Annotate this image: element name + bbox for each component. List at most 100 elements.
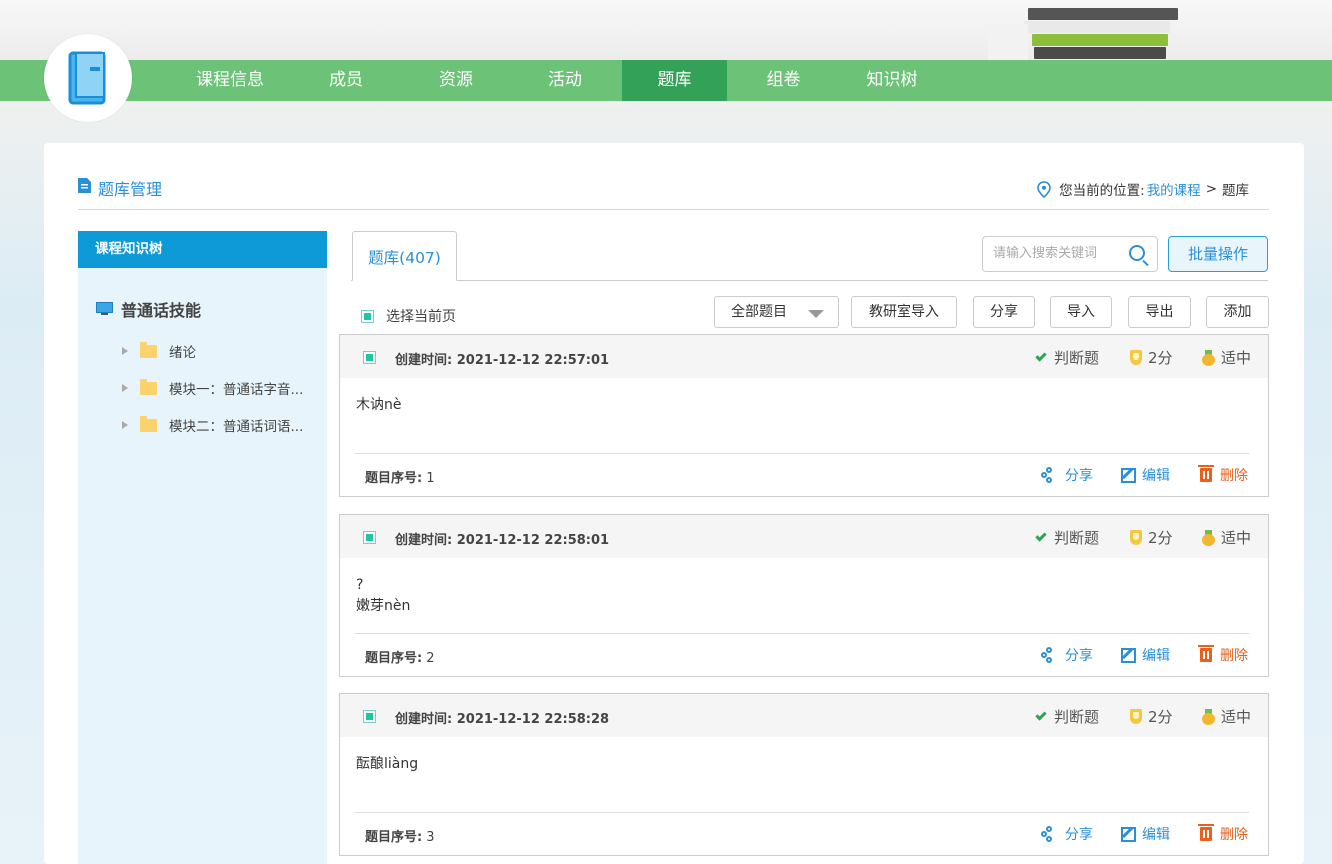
created-time: 创建时间: 2021-12-12 22:58:28 [395, 712, 610, 727]
panel-header: 题库管理 您当前的位置: 我的课程 > 题库 [78, 143, 1269, 210]
question-footer: 题目序号: 3 分享 编辑 删除 [355, 812, 1249, 855]
question-delete-button[interactable]: 删除 [1198, 645, 1248, 665]
document-icon [78, 178, 91, 193]
nav-members[interactable]: 成员 [288, 60, 404, 101]
question-sequence: 题目序号: 1 [365, 471, 435, 486]
question-toolbar: 选择当前页 全部题目 教研室导入 分享 导入 导出 添加 [339, 296, 1269, 328]
question-text-line: ? [356, 577, 364, 593]
question-share-button[interactable]: 分享 [1041, 645, 1093, 665]
expand-arrow-icon[interactable] [122, 347, 128, 355]
checkmark-icon [1035, 529, 1047, 542]
share-icon [1041, 467, 1055, 483]
breadcrumb-my-courses-link[interactable]: 我的课程 [1147, 179, 1201, 199]
course-logo[interactable] [44, 34, 132, 122]
tree-node-label: 模块一：普通话字音... [169, 382, 304, 398]
monitor-icon [96, 302, 113, 315]
share-icon [1041, 647, 1055, 663]
question-delete-button[interactable]: 删除 [1198, 824, 1248, 844]
import-button[interactable]: 导入 [1050, 296, 1112, 328]
book-icon [68, 51, 106, 105]
question-score: 2分 [1130, 347, 1173, 368]
question-edit-button[interactable]: 编辑 [1121, 645, 1170, 665]
question-share-button[interactable]: 分享 [1041, 824, 1093, 844]
tree-node-label: 模块二：普通话词语... [169, 419, 304, 435]
export-button[interactable]: 导出 [1128, 296, 1191, 328]
search-placeholder: 请输入搜索关键词 [993, 246, 1098, 261]
folder-icon [140, 341, 157, 358]
question-text-line: 木讷nè [356, 397, 402, 413]
import-from-lab-button[interactable]: 教研室导入 [851, 296, 957, 328]
chevron-down-icon [808, 310, 824, 318]
shield-icon [1130, 709, 1142, 724]
knowledge-tree-sidebar: 课程知识树 普通话技能 绪论 模块一：普通话字音... 模块二：普通话词语... [78, 231, 327, 864]
question-difficulty: 适中 [1202, 347, 1251, 368]
breadcrumb-current: 题库 [1222, 183, 1249, 199]
question-edit-button[interactable]: 编辑 [1121, 824, 1170, 844]
page-title: 题库管理 [98, 180, 163, 199]
breadcrumb-separator: > [1205, 181, 1217, 197]
trash-icon [1198, 824, 1214, 841]
tree-root-label: 普通话技能 [121, 301, 202, 320]
question-type: 判断题 [1035, 347, 1099, 368]
question-content: 木讷nè [356, 395, 402, 416]
tree-node-module-2[interactable]: 模块二：普通话词语... [122, 415, 303, 435]
expand-arrow-icon[interactable] [122, 384, 128, 392]
filter-label: 全部题目 [731, 304, 787, 320]
question-sequence: 题目序号: 3 [365, 830, 435, 845]
tree-root[interactable]: 普通话技能 [96, 297, 201, 321]
nav-knowledge-tree[interactable]: 知识树 [840, 60, 944, 101]
main-nav: 课程信息 成员 资源 活动 题库 组卷 知识树 [172, 60, 944, 101]
question-footer: 题目序号: 2 分享 编辑 删除 [355, 633, 1249, 676]
search-input[interactable]: 请输入搜索关键词 [982, 236, 1158, 272]
share-icon [1041, 826, 1055, 842]
edit-icon [1121, 647, 1136, 663]
search-icon[interactable] [1129, 245, 1145, 261]
add-button[interactable]: 添加 [1206, 296, 1269, 328]
question-type: 判断题 [1035, 706, 1099, 727]
question-difficulty: 适中 [1202, 527, 1251, 548]
nav-activities[interactable]: 活动 [508, 60, 622, 101]
share-button[interactable]: 分享 [973, 296, 1035, 328]
question-score: 2分 [1130, 706, 1173, 727]
select-page-checkbox[interactable]: 选择当前页 [361, 306, 456, 326]
question-text-line: 嫩芽nèn [356, 598, 411, 614]
location-pin-icon [1037, 180, 1051, 198]
trash-icon [1198, 465, 1214, 482]
tab-divider [351, 280, 1268, 281]
tree-node-intro[interactable]: 绪论 [122, 341, 196, 361]
question-score: 2分 [1130, 527, 1173, 548]
medal-icon [1202, 350, 1215, 366]
question-card: 创建时间: 2021-12-12 22:58:01 判断题 2分 适中 ? 嫩芽n… [339, 514, 1269, 677]
question-footer: 题目序号: 1 分享 编辑 删除 [355, 453, 1249, 496]
breadcrumb-label: 您当前的位置: [1059, 183, 1145, 199]
shield-icon [1130, 350, 1142, 365]
shield-icon [1130, 530, 1142, 545]
edit-icon [1121, 467, 1136, 483]
nav-question-bank[interactable]: 题库 [622, 60, 727, 101]
question-checkbox[interactable] [363, 351, 376, 364]
checkbox-icon[interactable] [361, 309, 374, 323]
created-time: 创建时间: 2021-12-12 22:58:01 [395, 533, 610, 548]
select-page-label: 选择当前页 [386, 309, 456, 325]
folder-icon [140, 378, 157, 395]
tab-question-bank[interactable]: 题库(407) [352, 231, 457, 281]
question-share-button[interactable]: 分享 [1041, 465, 1093, 485]
tree-node-label: 绪论 [169, 345, 196, 361]
created-time: 创建时间: 2021-12-12 22:57:01 [395, 353, 610, 368]
question-card: 创建时间: 2021-12-12 22:58:28 判断题 2分 适中 酝酿li… [339, 693, 1269, 856]
question-filter-dropdown[interactable]: 全部题目 [714, 296, 839, 328]
nav-course-info[interactable]: 课程信息 [172, 60, 288, 101]
nav-compose-paper[interactable]: 组卷 [727, 60, 840, 101]
question-text-line: 酝酿liàng [356, 756, 419, 772]
question-content: ? 嫩芽nèn [356, 575, 410, 617]
question-header: 创建时间: 2021-12-12 22:58:01 判断题 2分 适中 [340, 515, 1268, 558]
expand-arrow-icon[interactable] [122, 421, 128, 429]
question-edit-button[interactable]: 编辑 [1121, 465, 1170, 485]
question-checkbox[interactable] [363, 710, 376, 723]
batch-operation-button[interactable]: 批量操作 [1168, 236, 1268, 272]
tree-node-module-1[interactable]: 模块一：普通话字音... [122, 378, 303, 398]
question-checkbox[interactable] [363, 531, 376, 544]
question-delete-button[interactable]: 删除 [1198, 465, 1248, 485]
edit-icon [1121, 826, 1136, 842]
nav-resources[interactable]: 资源 [404, 60, 508, 101]
